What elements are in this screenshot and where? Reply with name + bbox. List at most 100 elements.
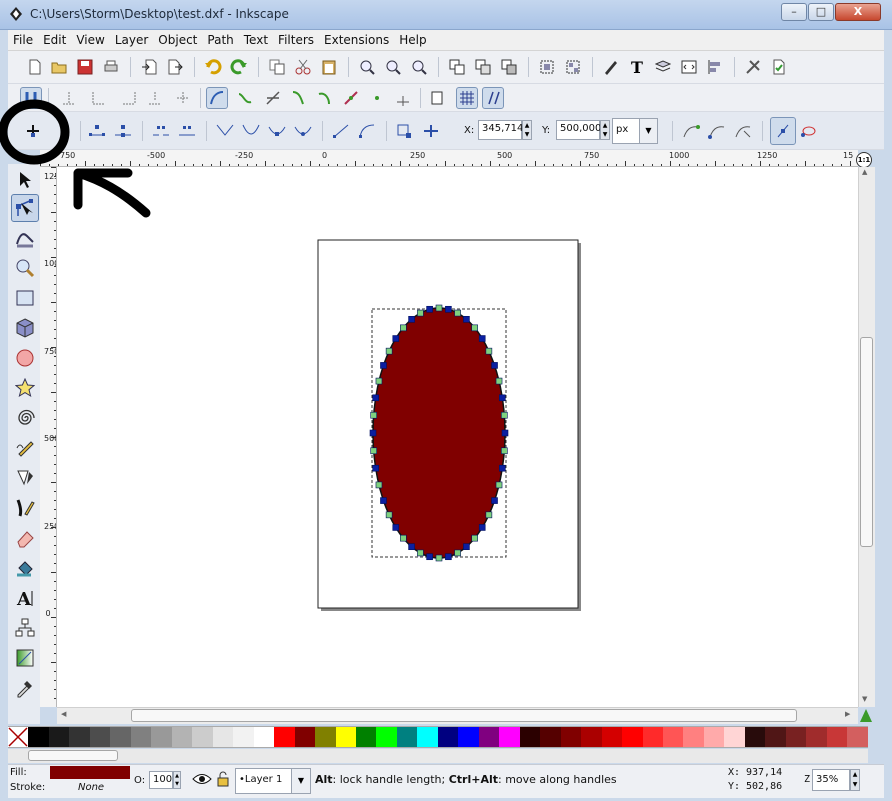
palette-swatch[interactable] (642, 727, 663, 747)
snap-nodes-icon[interactable] (206, 87, 228, 109)
eye-visibility-icon[interactable] (192, 770, 212, 791)
palette-scroll-thumb[interactable] (28, 750, 118, 761)
show-handles-icon[interactable] (770, 117, 796, 145)
star-tool-icon[interactable] (11, 374, 39, 402)
palette-swatch[interactable] (130, 727, 152, 747)
menu-text[interactable]: Text (239, 30, 273, 47)
path-node[interactable] (385, 511, 393, 519)
new-document-icon[interactable] (24, 56, 46, 78)
zoom-1-1-button[interactable]: 1:1 (856, 152, 872, 168)
text-tool-icon[interactable]: A (11, 584, 39, 612)
snap-page-border-icon[interactable] (426, 87, 448, 109)
node-cusp-icon[interactable] (214, 120, 236, 142)
fill-stroke-icon[interactable] (600, 56, 622, 78)
tweak-tool-icon[interactable] (11, 224, 39, 252)
path-node[interactable] (501, 411, 508, 419)
palette-swatch[interactable] (28, 727, 49, 747)
import-icon[interactable] (138, 56, 160, 78)
palette-swatch[interactable] (826, 727, 848, 747)
copy-icon[interactable] (266, 56, 288, 78)
stroke-value[interactable]: None (78, 782, 104, 793)
zoom-spin-button[interactable]: ▲ ▼ (850, 769, 860, 791)
palette-swatch[interactable] (253, 727, 275, 747)
palette-swatch[interactable] (89, 727, 111, 747)
path-node[interactable] (445, 305, 452, 313)
pen-tool-icon[interactable] (11, 464, 39, 492)
palette-swatch[interactable] (376, 727, 397, 747)
vertical-scroll-thumb[interactable] (860, 337, 873, 547)
palette-swatch[interactable] (110, 727, 131, 747)
palette-swatch[interactable] (581, 727, 602, 747)
drawing-canvas[interactable] (57, 167, 858, 707)
palette-scrollbar[interactable] (8, 749, 868, 763)
menu-path[interactable]: Path (202, 30, 238, 47)
close-button[interactable]: X (835, 3, 881, 21)
palette-swatch[interactable] (499, 727, 520, 747)
scroll-left-arrow-icon[interactable]: ◀ (61, 710, 66, 718)
ellipse-tool-icon[interactable] (11, 344, 39, 372)
path-node[interactable] (417, 549, 424, 557)
menu-extensions[interactable]: Extensions (319, 30, 394, 47)
text-font-icon[interactable]: T (626, 56, 648, 78)
path-node[interactable] (454, 549, 461, 557)
path-node[interactable] (392, 524, 400, 531)
print-icon[interactable] (100, 56, 122, 78)
y-coordinate-input[interactable]: 500,000 (556, 120, 601, 140)
path-node[interactable] (463, 543, 470, 551)
zoom-selection-icon[interactable] (356, 56, 378, 78)
zoom-page-icon[interactable] (408, 56, 430, 78)
path-node[interactable] (471, 534, 478, 542)
palette-swatch[interactable] (540, 727, 561, 747)
menu-edit[interactable]: Edit (38, 30, 71, 47)
node-auto-smooth-icon[interactable] (292, 120, 314, 142)
snap-grid-icon[interactable] (456, 87, 478, 109)
palette-swatch[interactable] (335, 727, 356, 747)
path-node[interactable] (435, 304, 443, 312)
break-path-icon[interactable] (150, 120, 172, 142)
x-spin-button[interactable]: ▲ ▼ (522, 120, 532, 140)
path-node[interactable] (499, 464, 506, 472)
path-node[interactable] (426, 305, 433, 313)
join-segment-icon[interactable] (176, 120, 198, 142)
cut-icon[interactable] (292, 56, 314, 78)
segment-to-curve-icon[interactable] (356, 120, 378, 142)
path-node[interactable] (491, 497, 498, 504)
dropper-tool-icon[interactable] (11, 674, 39, 702)
insert-node-icon[interactable] (22, 120, 44, 142)
fill-swatch[interactable] (50, 766, 130, 779)
snap-line-midpoints-icon[interactable] (340, 87, 362, 109)
delete-node-icon[interactable] (86, 120, 108, 142)
palette-swatch[interactable] (355, 727, 377, 747)
palette-swatch[interactable] (171, 727, 193, 747)
scroll-up-arrow-icon[interactable]: ▲ (862, 168, 867, 176)
path-node[interactable] (499, 394, 506, 402)
node-tool-icon[interactable] (11, 194, 39, 222)
palette-swatch[interactable] (601, 727, 623, 747)
path-node[interactable] (485, 347, 493, 355)
path-node[interactable] (445, 553, 452, 561)
pencil-tool-icon[interactable] (11, 434, 39, 462)
connector-tool-icon[interactable] (11, 614, 39, 642)
palette-swatch[interactable] (315, 727, 336, 747)
palette-swatch[interactable] (683, 727, 704, 747)
palette-swatch[interactable] (519, 727, 541, 747)
path-node[interactable] (375, 377, 383, 385)
menu-view[interactable]: View (71, 30, 109, 47)
y-spin-button[interactable]: ▲ ▼ (600, 120, 610, 140)
no-paint-swatch[interactable] (8, 727, 29, 747)
open-icon[interactable] (48, 56, 70, 78)
palette-swatch[interactable] (151, 727, 172, 747)
scroll-right-arrow-icon[interactable]: ▶ (845, 710, 850, 718)
layer-dropdown-icon[interactable]: ▼ (291, 769, 310, 793)
palette-swatch[interactable] (458, 727, 479, 747)
path-node[interactable] (417, 309, 424, 317)
path-node[interactable] (375, 481, 383, 489)
path-node[interactable] (370, 411, 377, 419)
minimize-button[interactable]: – (781, 3, 807, 21)
palette-swatch[interactable] (622, 727, 643, 747)
rectangle-tool-icon[interactable] (11, 284, 39, 312)
clone-icon[interactable] (472, 56, 494, 78)
show-outline-icon[interactable] (798, 120, 820, 142)
unit-dropdown-icon[interactable]: ▼ (639, 119, 657, 143)
snap-bbox-edge-icon[interactable] (88, 87, 110, 109)
